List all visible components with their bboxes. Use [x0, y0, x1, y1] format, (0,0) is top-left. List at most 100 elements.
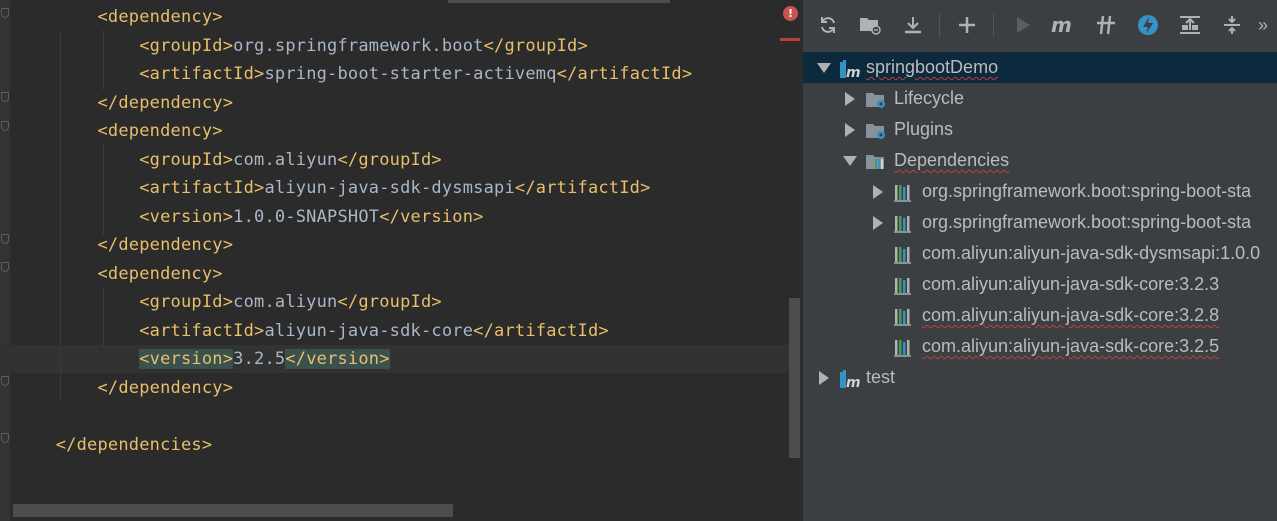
xml-tag-token: dependency	[107, 7, 213, 27]
library-icon	[893, 244, 915, 264]
xml-bracket-token: </	[337, 292, 359, 312]
generate-sources-icon[interactable]	[855, 10, 885, 40]
xml-bracket-token: >	[222, 235, 234, 255]
fold-marker-icon[interactable]	[1, 433, 9, 443]
xml-text-token: aliyun-java-sdk-core	[264, 320, 474, 341]
expand-arrow-right-icon[interactable]	[817, 362, 831, 393]
download-sources-icon[interactable]	[898, 10, 928, 40]
xml-bracket-token: <	[97, 263, 108, 284]
toolbar-overflow-button[interactable]: »	[1251, 10, 1275, 40]
code-line[interactable]: </dependencies>	[14, 431, 212, 459]
tree-node[interactable]: com.aliyun:aliyun-java-sdk-dysmsapi:1.0.…	[803, 238, 1277, 269]
expand-arrow-right-icon[interactable]	[843, 83, 857, 114]
expand-arrow-down-icon[interactable]	[843, 145, 857, 176]
tree-node[interactable]: m test	[803, 362, 1277, 393]
xml-bracket-token: <	[97, 121, 108, 141]
fold-marker-icon[interactable]	[1, 8, 9, 18]
dependencies-folder-icon	[865, 151, 887, 171]
indent-guide	[60, 30, 61, 400]
tree-node[interactable]: com.aliyun:aliyun-java-sdk-core:3.2.8	[803, 300, 1277, 331]
code-line[interactable]: <dependency>	[14, 3, 223, 31]
xml-bracket-token: </	[55, 434, 77, 455]
toggle-offline-mode-icon[interactable]	[1091, 10, 1121, 40]
xml-bracket-token: >	[222, 35, 234, 56]
xml-bracket-token: <	[139, 178, 150, 198]
xml-tag-token: dependency	[118, 377, 223, 398]
code-line[interactable]: <artifactId>spring-boot-starter-activemq…	[14, 60, 692, 88]
xml-tag-token: artifactId	[535, 178, 641, 198]
tree-node[interactable]: org.springframework.boot:spring-boot-sta	[803, 176, 1277, 207]
library-icon	[893, 182, 915, 202]
code-line[interactable]: <groupId>com.aliyun</groupId>	[14, 146, 442, 174]
xml-tag-token: version	[400, 206, 474, 227]
xml-text-token: aliyun-java-sdk-dysmsapi	[264, 178, 515, 198]
code-line[interactable]: <dependency>	[14, 260, 223, 288]
xml-tag-token: dependency	[107, 263, 213, 284]
code-line[interactable]: <version>1.0.0-SNAPSHOT</version>	[14, 203, 484, 231]
horizontal-scrollbar-thumb[interactable]	[13, 504, 453, 517]
tree-node-label: com.aliyun:aliyun-java-sdk-core:3.2.8	[922, 305, 1220, 325]
run-maven-build-icon[interactable]	[1008, 10, 1038, 40]
expand-arrow-right-icon[interactable]	[843, 114, 857, 145]
library-icon	[893, 275, 915, 295]
tree-node[interactable]: com.aliyun:aliyun-java-sdk-core:3.2.3	[803, 269, 1277, 300]
xml-bracket-token: </	[97, 92, 119, 113]
fold-marker-icon[interactable]	[1, 92, 9, 102]
lifecycle-folder-icon	[865, 89, 887, 109]
xml-bracket-token: >	[598, 320, 609, 341]
expand-arrow-right-icon[interactable]	[871, 176, 885, 207]
code-line[interactable]: <groupId>org.springframework.boot</group…	[14, 32, 588, 60]
skip-tests-icon[interactable]	[1133, 10, 1163, 40]
tree-node[interactable]: m springbootDemo	[803, 52, 1277, 83]
tree-node[interactable]: Dependencies	[803, 145, 1277, 176]
tree-node-label: com.aliyun:aliyun-java-sdk-core:3.2.5	[922, 336, 1220, 356]
add-maven-project-icon[interactable]	[952, 10, 982, 40]
xml-bracket-token: </	[97, 235, 119, 255]
code-line[interactable]: <groupId>com.aliyun</groupId>	[14, 288, 442, 316]
code-line[interactable]: </dependency>	[14, 89, 233, 117]
xml-tag-token: artifactId	[494, 320, 599, 341]
expand-arrow-down-icon[interactable]	[817, 52, 831, 83]
execute-maven-goal-icon[interactable]: m	[1048, 10, 1078, 40]
xml-bracket-token: >	[212, 263, 223, 284]
code-line[interactable]: <artifactId>aliyun-java-sdk-dysmsapi</ar…	[14, 174, 651, 202]
show-dependencies-icon[interactable]	[1175, 10, 1205, 40]
code-line[interactable]: <version>3.2.5</version>	[14, 345, 390, 373]
fold-marker-icon[interactable]	[1, 376, 9, 386]
vertical-scrollbar-thumb[interactable]	[789, 298, 800, 458]
tree-node[interactable]: Lifecycle	[803, 83, 1277, 114]
xml-bracket-token: </	[514, 178, 536, 198]
xml-tag-token: </version>	[285, 349, 390, 369]
xml-tag-token: groupId	[149, 35, 223, 56]
fold-marker-icon[interactable]	[1, 121, 9, 131]
code-line[interactable]: </dependency>	[14, 374, 233, 402]
xml-bracket-token: </	[556, 64, 578, 84]
xml-bracket-token: <	[97, 7, 108, 27]
xml-bracket-token: >	[473, 206, 484, 227]
xml-bracket-token: >	[254, 178, 265, 198]
reimport-all-icon[interactable]	[813, 10, 843, 40]
xml-text-token: spring-boot-starter-activemq	[264, 64, 557, 84]
fold-marker-icon[interactable]	[1, 234, 9, 244]
xml-bracket-token: <	[139, 35, 150, 56]
tree-node[interactable]: com.aliyun:aliyun-java-sdk-core:3.2.5	[803, 331, 1277, 362]
collapse-all-icon[interactable]	[1217, 10, 1247, 40]
xml-bracket-token: >	[577, 35, 588, 56]
tree-node[interactable]: Plugins	[803, 114, 1277, 145]
fold-marker-icon[interactable]	[1, 262, 9, 272]
code-editor[interactable]: <dependency> <groupId>org.springframewor…	[0, 0, 802, 521]
expand-arrow-right-icon[interactable]	[871, 207, 885, 238]
code-line[interactable]: <dependency>	[14, 117, 223, 145]
xml-text-token: org.springframework.boot	[233, 35, 484, 56]
xml-text-token: com.aliyun	[233, 292, 338, 312]
xml-bracket-token: </	[473, 320, 495, 341]
tree-node[interactable]: org.springframework.boot:spring-boot-sta	[803, 207, 1277, 238]
xml-text-token: 3.2.5	[233, 349, 286, 369]
xml-tag-token: <version>	[139, 349, 234, 369]
code-line[interactable]: </dependency>	[14, 231, 233, 259]
